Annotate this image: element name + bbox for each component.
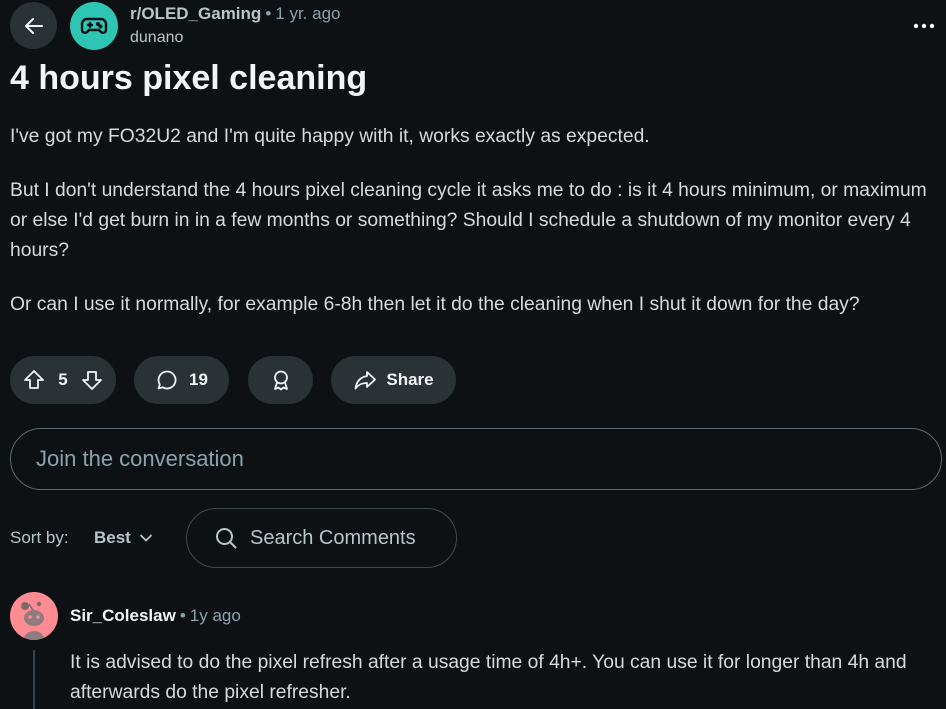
post-body: I've got my FO32U2 and I'm quite happy w… (10, 122, 942, 344)
avatar[interactable] (10, 592, 58, 640)
join-conversation-input[interactable]: Join the conversation (10, 428, 942, 490)
search-comments-placeholder: Search Comments (250, 526, 416, 549)
meta-separator: • (265, 4, 272, 23)
post-page: r/OLED_Gaming • 1 yr. ago dunano 4 hours p… (0, 0, 946, 709)
more-options-button[interactable] (908, 10, 940, 42)
sort-dropdown[interactable]: Best (82, 516, 165, 560)
thread-line[interactable] (33, 650, 35, 709)
vote-count: 5 (58, 370, 68, 389)
comment-count: 19 (189, 370, 208, 389)
award-button[interactable] (248, 356, 313, 404)
post-age: 1 yr. ago (275, 4, 341, 23)
chevron-down-icon (139, 534, 152, 542)
post-meta: r/OLED_Gaming • 1 yr. ago (130, 4, 340, 24)
arrow-left-icon (24, 17, 43, 34)
gamepad-icon (80, 17, 108, 34)
comments-button[interactable]: 19 (134, 356, 229, 404)
search-icon (216, 528, 237, 549)
comment-author[interactable]: Sir_Coleslaw (70, 606, 176, 625)
share-label: Share (386, 370, 434, 389)
comment-body: It is advised to do the pixel refresh af… (70, 652, 907, 703)
post-paragraph: I've got my FO32U2 and I'm quite happy w… (10, 126, 650, 147)
subreddit-avatar[interactable] (70, 2, 118, 50)
back-button[interactable] (10, 2, 57, 49)
post-title: 4 hours pixel cleaning (10, 59, 368, 97)
award-icon (273, 370, 288, 391)
snoo-avatar-icon (21, 601, 44, 640)
share-icon (354, 371, 377, 390)
post-paragraph: Or can I use it normally, for example 6-… (10, 294, 860, 315)
more-horizontal-icon (913, 23, 935, 29)
upvote-icon[interactable] (22, 368, 46, 392)
subreddit-link[interactable]: r/OLED_Gaming (130, 4, 261, 23)
sort-value: Best (94, 528, 131, 547)
downvote-icon[interactable] (80, 368, 104, 392)
comment-meta: Sir_Coleslaw • 1y ago (70, 605, 241, 627)
comment-icon (157, 370, 177, 390)
join-placeholder: Join the conversation (36, 446, 244, 471)
meta-separator: • (179, 606, 186, 625)
search-comments-input[interactable]: Search Comments (186, 508, 457, 568)
post-paragraph: But I don't understand the 4 hours pixel… (10, 180, 927, 261)
comment-age: 1y ago (189, 606, 241, 625)
author-link[interactable]: dunano (130, 28, 183, 48)
vote-bar: 5 (10, 356, 116, 404)
sort-label: Sort by: (10, 528, 69, 547)
share-button[interactable]: Share (331, 356, 456, 404)
